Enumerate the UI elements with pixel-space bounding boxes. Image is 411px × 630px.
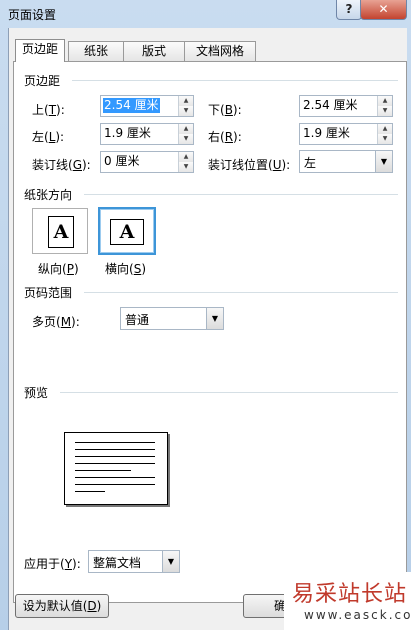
apply-to-value: 整篇文档 xyxy=(93,556,142,570)
landscape-option[interactable]: A xyxy=(98,207,156,255)
bottom-margin-value[interactable]: 2.54 厘米 xyxy=(302,98,359,113)
landscape-page-icon: A xyxy=(110,219,144,245)
set-default-button[interactable]: 设为默认值(D) xyxy=(15,594,109,618)
spin-down-icon[interactable]: ▼ xyxy=(378,106,392,116)
section-divider xyxy=(60,392,398,393)
multiple-pages-value: 普通 xyxy=(125,313,150,327)
bottom-margin-label: 下(B): xyxy=(208,103,242,117)
orientation-section-title: 纸张方向 xyxy=(24,188,73,202)
multiple-pages-label: 多页(M): xyxy=(32,315,80,329)
preview-line xyxy=(75,449,155,450)
watermark: 易采站长站 www.easck.com xyxy=(284,572,411,630)
spin-down-icon[interactable]: ▼ xyxy=(179,162,193,172)
tab-paper[interactable]: 纸张 xyxy=(68,41,124,61)
gutter-spinner[interactable]: 0 厘米 ▲ ▼ xyxy=(100,151,194,173)
preview-line xyxy=(75,470,131,471)
preview-line xyxy=(75,463,155,464)
margins-panel: 页边距 上(T): 2.54 厘米 ▲ ▼ 下(B): 2.54 厘米 ▲ ▼ … xyxy=(13,61,407,603)
spin-up-icon[interactable]: ▲ xyxy=(179,96,193,106)
section-divider xyxy=(72,80,398,81)
dropdown-arrow-icon[interactable]: ▼ xyxy=(162,551,179,572)
left-margin-spinner[interactable]: 1.9 厘米 ▲ ▼ xyxy=(100,123,194,145)
portrait-option[interactable]: A xyxy=(32,208,88,254)
watermark-url: www.easck.com xyxy=(304,608,411,622)
spin-down-icon[interactable]: ▼ xyxy=(179,106,193,116)
preview-line xyxy=(75,456,155,457)
bottom-margin-spinner[interactable]: 2.54 厘米 ▲ ▼ xyxy=(299,95,393,117)
multiple-pages-select[interactable]: 普通 ▼ xyxy=(120,307,224,330)
title-bar: 页面设置 ? ✕ xyxy=(0,0,411,28)
left-margin-label: 左(L): xyxy=(32,130,65,144)
margins-section-title: 页边距 xyxy=(24,74,61,88)
spin-up-icon[interactable]: ▲ xyxy=(179,124,193,134)
top-margin-label: 上(T): xyxy=(32,103,65,117)
spin-down-icon[interactable]: ▼ xyxy=(378,134,392,144)
spinner-arrows[interactable]: ▲ ▼ xyxy=(377,96,392,116)
dropdown-arrow-icon[interactable]: ▼ xyxy=(206,308,223,329)
apply-to-select[interactable]: 整篇文档 ▼ xyxy=(88,550,180,573)
portrait-page-icon: A xyxy=(48,216,74,248)
spinner-arrows[interactable]: ▲ ▼ xyxy=(178,124,193,144)
spin-down-icon[interactable]: ▼ xyxy=(179,134,193,144)
right-margin-spinner[interactable]: 1.9 厘米 ▲ ▼ xyxy=(299,123,393,145)
right-margin-value[interactable]: 1.9 厘米 xyxy=(302,126,351,141)
preview-line xyxy=(75,477,155,478)
tab-layout[interactable]: 版式 xyxy=(123,41,185,61)
gutter-position-label: 装订线位置(U): xyxy=(208,158,291,172)
page-preview xyxy=(64,432,168,505)
gutter-label: 装订线(G): xyxy=(32,158,91,172)
gutter-value[interactable]: 0 厘米 xyxy=(103,154,140,169)
section-divider xyxy=(84,194,398,195)
watermark-text: 易采站长站 xyxy=(292,582,408,607)
spin-up-icon[interactable]: ▲ xyxy=(378,124,392,134)
spinner-arrows[interactable]: ▲ ▼ xyxy=(377,124,392,144)
left-margin-value[interactable]: 1.9 厘米 xyxy=(103,126,152,141)
portrait-label[interactable]: 纵向(P) xyxy=(38,260,79,277)
preview-line xyxy=(75,491,105,492)
apply-to-label: 应用于(Y): xyxy=(24,557,81,571)
spinner-arrows[interactable]: ▲ ▼ xyxy=(178,152,193,172)
window-title: 页面设置 xyxy=(8,8,57,22)
dialog-body: 页边距 纸张 版式 文档网格 页边距 上(T): 2.54 厘米 ▲ ▼ 下(B… xyxy=(8,28,407,630)
dropdown-arrow-icon[interactable]: ▼ xyxy=(375,151,392,172)
gutter-position-value: 左 xyxy=(304,156,317,170)
section-divider xyxy=(84,292,398,293)
spinner-arrows[interactable]: ▲ ▼ xyxy=(178,96,193,116)
landscape-label[interactable]: 横向(S) xyxy=(105,260,146,277)
preview-line xyxy=(75,442,155,443)
pages-section-title: 页码范围 xyxy=(24,286,73,300)
close-button[interactable]: ✕ xyxy=(360,0,407,20)
tab-margins[interactable]: 页边距 xyxy=(15,39,65,62)
gutter-position-select[interactable]: 左 ▼ xyxy=(299,150,393,173)
right-margin-label: 右(R): xyxy=(208,130,242,144)
spin-up-icon[interactable]: ▲ xyxy=(378,96,392,106)
tab-document-grid[interactable]: 文档网格 xyxy=(184,41,256,61)
top-margin-spinner[interactable]: 2.54 厘米 ▲ ▼ xyxy=(100,95,194,117)
preview-line xyxy=(75,484,155,485)
page-setup-dialog: 页面设置 ? ✕ 页边距 纸张 版式 文档网格 页边距 上(T): 2.54 厘… xyxy=(0,0,411,630)
help-button[interactable]: ? xyxy=(336,0,362,20)
spin-up-icon[interactable]: ▲ xyxy=(179,152,193,162)
preview-section-title: 预览 xyxy=(24,386,49,400)
top-margin-value[interactable]: 2.54 厘米 xyxy=(103,98,160,113)
